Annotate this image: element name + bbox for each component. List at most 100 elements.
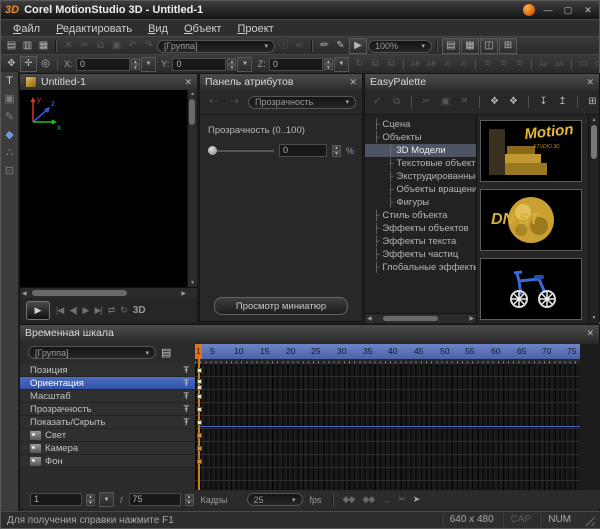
particle-dots-tool-icon[interactable]: ∴: [6, 148, 13, 159]
paste-icon[interactable]: ▣: [438, 95, 453, 109]
apply-icon[interactable]: ✓: [370, 95, 385, 109]
kerning-button-2[interactable]: AB: [424, 57, 439, 71]
menu-project[interactable]: Проект: [229, 22, 281, 36]
row-orientation[interactable]: Ориентация Ŧ: [20, 377, 195, 390]
slider-knob[interactable]: [208, 146, 217, 155]
keyframe-marker[interactable]: [197, 394, 202, 399]
row-camera[interactable]: Камера: [20, 442, 195, 455]
row-scale[interactable]: Масштаб Ŧ: [20, 390, 195, 403]
tree-item-objects[interactable]: Объекты: [365, 131, 476, 144]
text-tool-icon[interactable]: T: [6, 76, 13, 87]
pin-icon[interactable]: Ŧ: [184, 404, 190, 414]
row-position[interactable]: Позиция Ŧ: [20, 364, 195, 377]
tree-item-shapes[interactable]: Фигуры: [365, 196, 476, 209]
y-stepper[interactable]: ▲▼: [227, 58, 236, 70]
timeline-track-area[interactable]: [195, 364, 580, 492]
timeline-header[interactable]: Временная шкала ✕: [20, 325, 599, 341]
pin-icon[interactable]: Ŧ: [184, 417, 190, 427]
shape-tool-icon[interactable]: ▣: [4, 94, 14, 105]
menu-view[interactable]: Вид: [140, 22, 176, 36]
transparency-slider[interactable]: [208, 146, 274, 155]
delete-button[interactable]: ✕: [61, 39, 76, 53]
loop-button[interactable]: ⇄: [108, 305, 115, 316]
edit-tool-icon[interactable]: ⊡: [5, 166, 14, 177]
menu-edit[interactable]: Редактировать: [48, 22, 140, 36]
go-to-end-button[interactable]: ▶|: [94, 305, 101, 316]
open-file-button[interactable]: ▥: [20, 39, 35, 53]
close-icon[interactable]: ✕: [586, 77, 594, 88]
toggle-layout-button[interactable]: ⊞: [499, 38, 517, 54]
easypalette-header[interactable]: EasyPalette ✕: [365, 74, 599, 90]
undo-button[interactable]: ↶: [125, 39, 140, 53]
group-select-dropdown[interactable]: [Группа] ▾: [157, 40, 275, 53]
viewport-panel-header[interactable]: Untitled-1 ✕: [20, 74, 197, 90]
y-input[interactable]: 0: [172, 58, 226, 71]
info-button[interactable]: ⓘ: [276, 39, 291, 53]
x-flyout-button[interactable]: ▼: [141, 57, 156, 72]
attributes-panel-header[interactable]: Панель атрибутов ✕: [200, 74, 362, 90]
particle-tool-icon[interactable]: ◆: [5, 130, 13, 141]
go-keyframe-icon[interactable]: ➤: [413, 494, 420, 505]
toggle-timeline-button[interactable]: ◫: [480, 38, 498, 54]
rotate-button[interactable]: ↻: [352, 57, 367, 71]
current-frame-marker[interactable]: 1: [195, 344, 202, 359]
tree-item-scene[interactable]: Сцена: [365, 118, 476, 131]
new-file-button[interactable]: ▤: [4, 39, 19, 53]
delete-icon[interactable]: ✕: [457, 95, 472, 109]
menu-file[interactable]: Файл: [5, 22, 48, 36]
row-background[interactable]: Фон: [20, 455, 195, 468]
export-tray-icon[interactable]: ↥: [555, 95, 570, 109]
tree-item-particle-effects[interactable]: Эффекты частиц: [365, 248, 476, 261]
current-frame-input[interactable]: 1: [30, 493, 82, 506]
record-all-icon[interactable]: ❖: [506, 95, 521, 109]
toggle-easypalette-button[interactable]: ▦: [461, 38, 479, 54]
zoom-dropdown[interactable]: 100% ▾: [368, 40, 432, 53]
camera-button-2[interactable]: ▭: [592, 57, 600, 71]
mode-3d-button[interactable]: 3D: [133, 305, 146, 316]
paint-render-button[interactable]: ✎: [333, 39, 348, 53]
row-show-hide[interactable]: Показать/Скрыть Ŧ: [20, 416, 195, 429]
pin-icon[interactable]: Ŧ: [184, 391, 190, 401]
transparency-value-input[interactable]: 0: [279, 144, 327, 157]
tree-item-text-objects[interactable]: Текстовые объекты: [365, 157, 476, 170]
repeat-button[interactable]: ↻: [120, 305, 127, 316]
step-back-button[interactable]: ◀|: [69, 305, 76, 316]
toggle-attributes-panel-button[interactable]: ▤: [442, 38, 460, 54]
import-tray-icon[interactable]: ↧: [536, 95, 551, 109]
preview-thumbnails-button[interactable]: Просмотр миниатюр: [214, 297, 348, 315]
transparency-stepper[interactable]: ▲▼: [332, 145, 341, 157]
close-icon[interactable]: ✕: [184, 77, 192, 88]
total-frames-input[interactable]: 75: [129, 493, 181, 506]
x-input[interactable]: 0: [76, 58, 130, 71]
keyframe-marker[interactable]: [197, 368, 202, 373]
close-button[interactable]: ✕: [581, 5, 595, 16]
spray-render-button[interactable]: ✏: [317, 39, 332, 53]
viewport-horizontal-scrollbar[interactable]: ◀ ▶: [20, 287, 197, 298]
cut-keyframe-icon[interactable]: ✂: [398, 494, 405, 505]
cut-icon[interactable]: ✂: [419, 95, 434, 109]
tree-item-object-effects[interactable]: Эффекты объектов: [365, 222, 476, 235]
minimize-button[interactable]: —: [541, 5, 555, 15]
maximize-button[interactable]: ▢: [561, 5, 575, 16]
pin-icon[interactable]: Ŧ: [184, 378, 190, 388]
next-attribute-icon[interactable]: ⇢: [227, 95, 242, 109]
leading-button-1[interactable]: AI: [440, 57, 455, 71]
tree-horizontal-scrollbar[interactable]: ◀ ▶: [365, 313, 476, 323]
close-icon[interactable]: ✕: [586, 328, 594, 339]
prev-keyframe-icon[interactable]: ◆◆: [343, 494, 355, 505]
redo-button[interactable]: ↷: [141, 39, 156, 53]
tree-item-extruded-objects[interactable]: Экструдированные объекты: [365, 170, 476, 183]
copy-icon[interactable]: ⧉: [389, 95, 404, 109]
current-frame-stepper[interactable]: ▲▼: [86, 494, 95, 506]
z-input[interactable]: 0: [269, 58, 323, 71]
paste-button[interactable]: ▣: [109, 39, 124, 53]
record-style-icon[interactable]: ❖: [487, 95, 502, 109]
keyframe-marker[interactable]: [197, 385, 202, 390]
go-to-start-button[interactable]: |◀: [56, 305, 63, 316]
timeline-group-dropdown[interactable]: [Группа] ▾: [28, 346, 156, 359]
link-button[interactable]: ∞: [292, 39, 307, 53]
keyframe-marker[interactable]: [197, 459, 202, 464]
tree-item-text-effects[interactable]: Эффекты текста: [365, 235, 476, 248]
move-tool-button[interactable]: ✛: [20, 56, 37, 72]
keyframe-marker[interactable]: [197, 420, 202, 425]
